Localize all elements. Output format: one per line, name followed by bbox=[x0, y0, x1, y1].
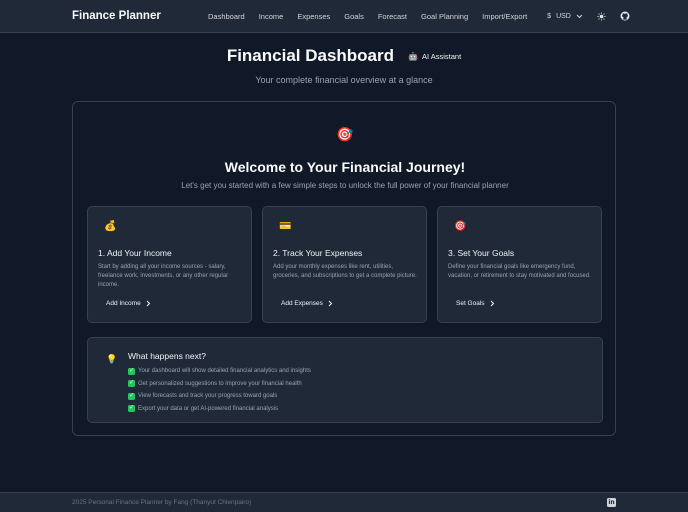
what-next-panel: 💡 What happens next? ✓ Your dashboard wil… bbox=[87, 337, 603, 423]
step-description: Add your monthly expenses like rent, uti… bbox=[273, 264, 417, 279]
nav-link-income[interactable]: Income bbox=[259, 12, 284, 21]
welcome-subtitle: Let's get you started with a few simple … bbox=[181, 181, 509, 190]
step-card-expenses: 💳 2. Track Your Expenses Add your monthl… bbox=[262, 206, 427, 323]
chevron-right-icon bbox=[328, 300, 333, 307]
step-card-income: 💰 1. Add Your Income Start by adding all… bbox=[87, 206, 252, 323]
page-header: Financial Dashboard 🤖 AI Assistant bbox=[0, 46, 688, 66]
ai-assistant-label: AI Assistant bbox=[421, 51, 462, 61]
money-bag-icon: 💰 bbox=[104, 221, 117, 232]
chevron-down-icon bbox=[576, 14, 583, 19]
currency-selector[interactable]: $ USD bbox=[547, 13, 583, 20]
github-icon[interactable] bbox=[620, 11, 630, 21]
what-next-list: ✓ Your dashboard will show detailed finan… bbox=[128, 365, 311, 415]
step-description: Define your financial goals like emergen… bbox=[448, 264, 591, 279]
ai-assistant-button[interactable]: 🤖 AI Assistant bbox=[408, 52, 461, 61]
theme-toggle-sun-icon[interactable] bbox=[597, 11, 606, 21]
step-title: 2. Track Your Expenses bbox=[273, 248, 363, 258]
page-subtitle: Your complete financial overview at a gl… bbox=[255, 75, 433, 85]
target-icon: 🎯 bbox=[336, 126, 354, 142]
target-icon: 🎯 bbox=[454, 221, 467, 232]
nav-link-goals[interactable]: Goals bbox=[344, 12, 364, 21]
step-title: 1. Add Your Income bbox=[98, 248, 172, 258]
currency-symbol: $ bbox=[547, 12, 552, 20]
nav-link-forecast[interactable]: Forecast bbox=[378, 12, 407, 21]
list-item: ✓ View forecasts and track your progress … bbox=[128, 392, 278, 400]
check-icon: ✓ bbox=[128, 380, 135, 388]
footer-copyright: 2025 Personal Finance Planner by Fang (T… bbox=[72, 499, 252, 506]
lightbulb-icon: 💡 bbox=[106, 354, 118, 364]
step-description: Start by adding all your income sources … bbox=[98, 264, 229, 288]
nav-links: Dashboard Income Expenses Goals Forecast… bbox=[208, 11, 630, 21]
welcome-title: Welcome to Your Financial Journey! bbox=[224, 159, 466, 175]
brand-title[interactable]: Finance Planner bbox=[72, 10, 208, 22]
set-goals-label: Set Goals bbox=[456, 300, 485, 307]
robot-icon: 🤖 bbox=[408, 51, 418, 61]
check-icon: ✓ bbox=[128, 367, 135, 375]
add-expenses-button[interactable]: Add Expenses bbox=[281, 300, 333, 307]
list-item: ✓ Export your data or get AI-powered fina… bbox=[128, 405, 279, 413]
check-icon: ✓ bbox=[128, 405, 135, 413]
nav-link-expenses[interactable]: Expenses bbox=[297, 12, 330, 21]
set-goals-button[interactable]: Set Goals bbox=[456, 300, 495, 307]
page-title: Financial Dashboard bbox=[226, 46, 395, 65]
credit-card-icon: 💳 bbox=[279, 221, 292, 232]
add-income-label: Add Income bbox=[106, 300, 141, 307]
nav-link-dashboard[interactable]: Dashboard bbox=[208, 12, 245, 21]
list-item: ✓ Your dashboard will show detailed finan… bbox=[128, 367, 311, 375]
list-item: ✓ Get personalized suggestions to improve… bbox=[128, 380, 302, 388]
nav-link-import-export[interactable]: Import/Export bbox=[482, 12, 527, 21]
what-next-title: What happens next? bbox=[128, 351, 206, 361]
nav-link-goal-planning[interactable]: Goal Planning bbox=[421, 12, 468, 21]
linkedin-icon[interactable]: in bbox=[607, 498, 616, 507]
footer: 2025 Personal Finance Planner by Fang (T… bbox=[0, 492, 688, 512]
top-navbar: Finance Planner Dashboard Income Expense… bbox=[0, 0, 688, 33]
step-title: 3. Set Your Goals bbox=[448, 248, 515, 258]
currency-code: USD bbox=[556, 12, 571, 20]
add-expenses-label: Add Expenses bbox=[281, 300, 323, 307]
add-income-button[interactable]: Add Income bbox=[106, 300, 151, 307]
onboarding-card: 🎯 Welcome to Your Financial Journey! Let… bbox=[72, 101, 616, 436]
chevron-right-icon bbox=[146, 300, 151, 307]
step-card-goals: 🎯 3. Set Your Goals Define your financia… bbox=[437, 206, 602, 323]
check-icon: ✓ bbox=[128, 392, 135, 400]
chevron-right-icon bbox=[490, 300, 495, 307]
